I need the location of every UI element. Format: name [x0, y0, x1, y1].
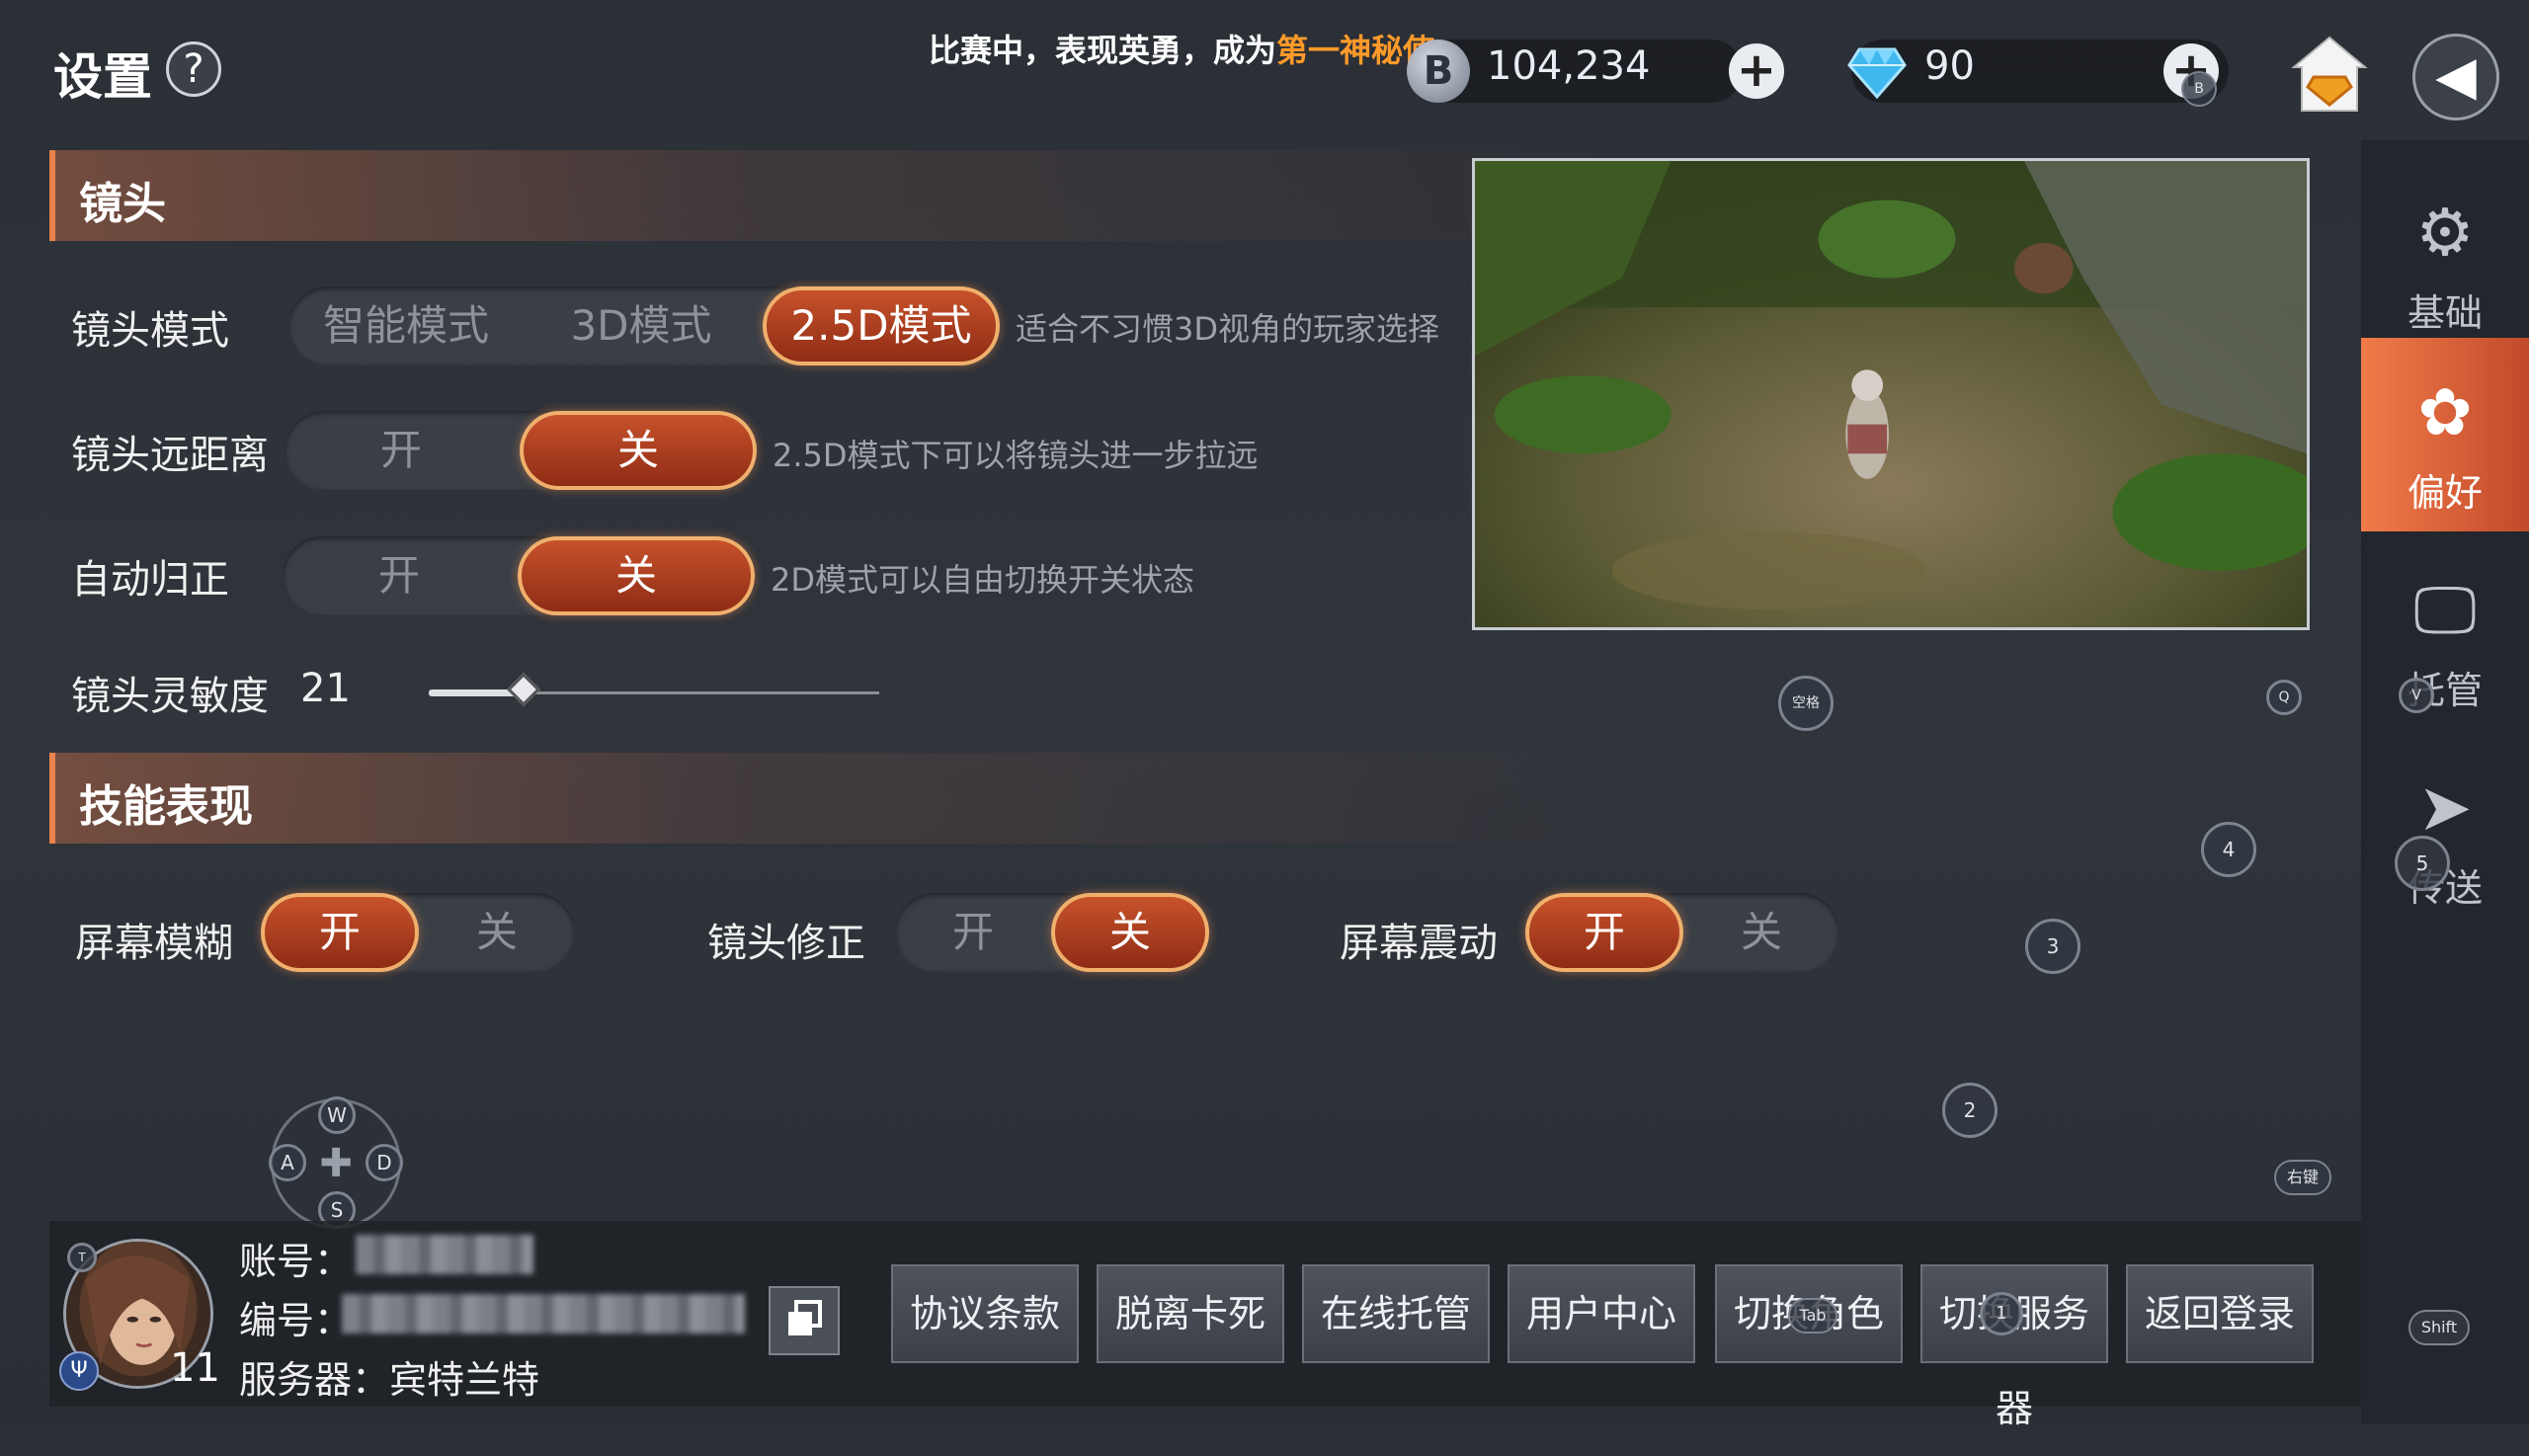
- coin-count: 104,234: [1487, 43, 1651, 89]
- marquee-text: 比赛中，表现英勇，成为第一神秘使。: [929, 26, 1466, 71]
- screen-shake-toggle: 开 关: [1525, 893, 1839, 972]
- preference-icon: ✿: [2417, 374, 2473, 450]
- auto-reset-on[interactable]: 开: [283, 536, 516, 615]
- online-hosting-button[interactable]: 在线托管: [1302, 1264, 1490, 1363]
- id-value-redacted: [342, 1294, 745, 1334]
- copy-icon[interactable]: [769, 1286, 840, 1355]
- camera-distance-on[interactable]: 开: [285, 411, 518, 490]
- key-hint-3: 3: [2025, 919, 2080, 974]
- terms-button[interactable]: 协议条款: [891, 1264, 1079, 1363]
- sensitivity-label: 镜头灵敏度: [71, 674, 269, 719]
- diamond-icon: [1847, 47, 1907, 100]
- screen-shake-on[interactable]: 开: [1525, 893, 1683, 972]
- help-icon[interactable]: ?: [166, 41, 221, 97]
- camera-mode-selector: 智能模式 3D模式 2.5D模式: [288, 286, 1000, 365]
- screen-blur-on[interactable]: 开: [261, 893, 419, 972]
- auto-reset-label: 自动归正: [71, 557, 229, 603]
- camera-preview-image: [1472, 158, 2310, 630]
- key-hint-d: D: [366, 1144, 403, 1181]
- id-label: 编号：: [239, 1299, 353, 1342]
- monitor-icon: 🖵: [2413, 572, 2477, 648]
- account-label: 账号：: [239, 1240, 353, 1283]
- key-hint-right-click: 右键: [2274, 1160, 2331, 1195]
- screen-shake-label: 屏幕震动: [1340, 921, 1498, 966]
- gear-icon: ⚙: [2415, 195, 2475, 271]
- camera-distance-hint: 2.5D模式下可以将镜头进一步拉远: [773, 437, 1259, 474]
- sidebar-item-preference[interactable]: ✿ 偏好: [2361, 338, 2529, 531]
- auto-reset-off[interactable]: 关: [518, 536, 755, 615]
- sensitivity-value: 21: [300, 666, 351, 711]
- key-hint-q: Q: [2266, 680, 2302, 715]
- player-level: 11: [170, 1345, 220, 1391]
- auto-reset-toggle: 开 关: [283, 536, 755, 615]
- settings-sidebar: ⚙ 基础 ✿ 偏好 🖵 托管 ➤ 传送: [2361, 140, 2529, 1423]
- sidebar-item-hosting[interactable]: 🖵 托管: [2361, 535, 2529, 729]
- class-icon: Ψ: [59, 1351, 99, 1391]
- section-title: 技能表现: [79, 781, 253, 832]
- camera-distance-toggle: 开 关: [285, 411, 757, 490]
- account-value-redacted: [356, 1235, 533, 1274]
- key-hint-shift: Shift: [2408, 1310, 2470, 1345]
- key-hint-b: B: [2181, 71, 2217, 107]
- camera-mode-hint: 适合不习惯3D视角的玩家选择: [1016, 310, 1440, 348]
- camera-correction-off[interactable]: 关: [1051, 893, 1209, 972]
- camera-mode-2-5d[interactable]: 2.5D模式: [763, 286, 1000, 365]
- screen-blur-off[interactable]: 关: [419, 893, 575, 972]
- screen-blur-label: 屏幕模糊: [75, 921, 233, 966]
- unstuck-button[interactable]: 脱离卡死: [1097, 1264, 1284, 1363]
- camera-correction-label: 镜头修正: [707, 921, 865, 966]
- key-hint-1: 1: [1980, 1292, 2023, 1335]
- screen-shake-off[interactable]: 关: [1683, 893, 1839, 972]
- add-coins-button[interactable]: +: [1729, 43, 1784, 99]
- dpad-icon: ✚: [319, 1141, 353, 1186]
- sidebar-item-send[interactable]: ➤ 传送: [2361, 733, 2529, 927]
- back-button[interactable]: ◀: [2412, 34, 2499, 121]
- key-hint-space: 空格: [1778, 676, 1834, 731]
- auto-reset-hint: 2D模式可以自由切换开关状态: [771, 561, 1195, 599]
- camera-mode-label: 镜头模式: [71, 308, 229, 354]
- key-hint-t: T: [67, 1243, 97, 1272]
- sidebar-item-label: 基础: [2407, 291, 2483, 335]
- section-skill: 技能表现: [49, 753, 2361, 844]
- server-label-text: 服务器：: [239, 1358, 390, 1402]
- sidebar-item-label: 偏好: [2407, 471, 2483, 515]
- camera-mode-smart[interactable]: 智能模式: [288, 286, 524, 365]
- sensitivity-slider-handle[interactable]: [506, 673, 540, 706]
- camera-distance-label: 镜头远距离: [71, 433, 269, 478]
- server-name: 宾特兰特: [389, 1358, 540, 1402]
- camera-correction-toggle: 开 关: [895, 893, 1209, 972]
- key-hint-a: A: [269, 1144, 306, 1181]
- return-login-button[interactable]: 返回登录: [2126, 1264, 2314, 1363]
- user-center-button[interactable]: 用户中心: [1508, 1264, 1695, 1363]
- key-hint-w: W: [318, 1096, 356, 1134]
- key-hint-2: 2: [1942, 1083, 1998, 1138]
- camera-correction-on[interactable]: 开: [895, 893, 1051, 972]
- key-hint-4: 4: [2201, 822, 2256, 877]
- server-label: 服务器：宾特兰特: [239, 1349, 539, 1404]
- key-hint-tab: Tab: [1788, 1298, 1837, 1334]
- screen-blur-toggle: 开 关: [261, 893, 575, 972]
- page-title: 设置: [53, 48, 152, 106]
- camera-mode-3d[interactable]: 3D模式: [524, 286, 759, 365]
- section-title: 镜头: [79, 179, 166, 229]
- camera-distance-off[interactable]: 关: [520, 411, 757, 490]
- sidebar-item-basic[interactable]: ⚙ 基础: [2361, 158, 2529, 352]
- vip-shop-icon[interactable]: [2288, 34, 2371, 117]
- gem-count: 90: [1924, 43, 1975, 89]
- coin-icon: B: [1407, 40, 1470, 103]
- key-hint-5: 5: [2395, 836, 2450, 891]
- key-hint-v: V: [2399, 678, 2434, 713]
- sidebar-item-label: 托管: [2407, 669, 2483, 712]
- marquee-prefix: 比赛中，表现英勇，成为: [929, 32, 1277, 69]
